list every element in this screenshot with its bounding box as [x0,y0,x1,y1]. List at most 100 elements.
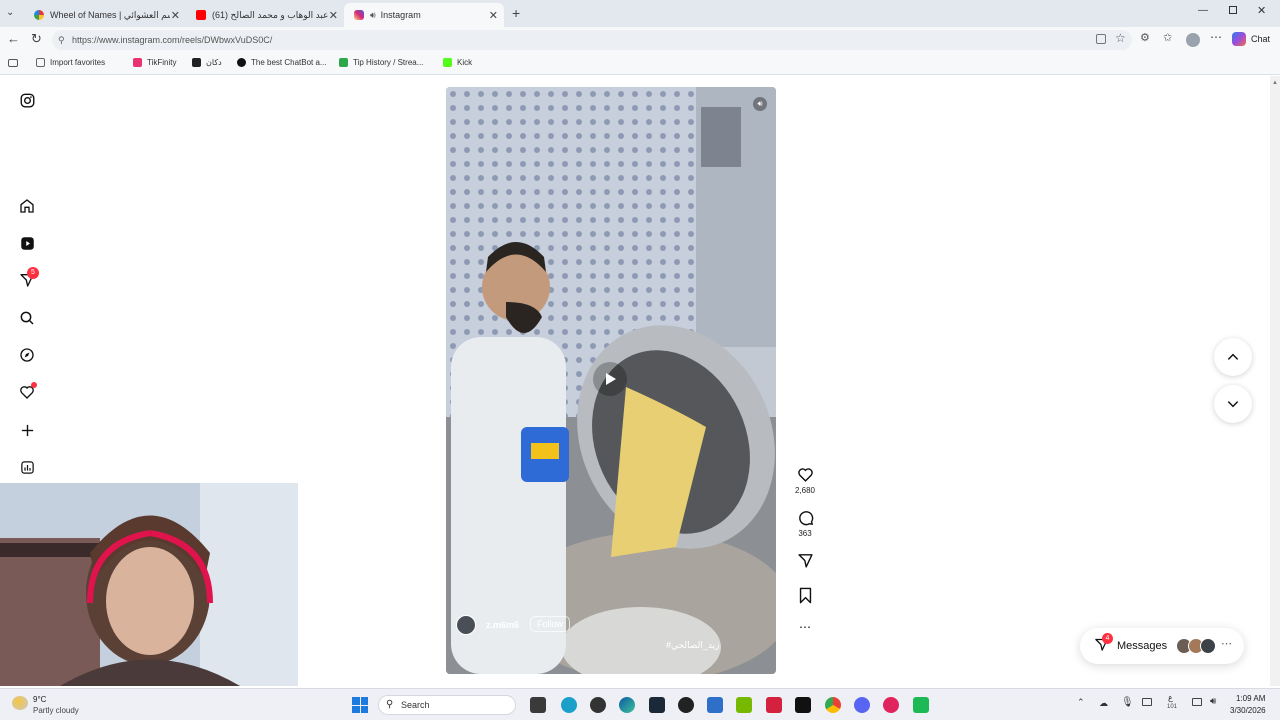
webcam-frame [0,483,298,686]
app-pink-icon[interactable] [883,697,899,713]
like-button[interactable]: 2,680 [795,466,815,495]
copilot-app-icon[interactable] [561,697,577,713]
share-button[interactable] [795,552,815,569]
messages-badge: 5 [27,267,39,279]
app-green-icon[interactable] [913,697,929,713]
files-icon[interactable] [707,697,723,713]
address-bar-row: ← ↻ ⚲ https://www.instagram.com/reels/DW… [0,27,1280,53]
new-tab-icon[interactable]: + [512,5,520,21]
apps-icon[interactable] [1096,34,1106,44]
reel-caption[interactable]: #زيد_الصالحي [666,640,719,651]
close-window-icon[interactable]: ✕ [1257,4,1266,17]
url-input[interactable]: ⚲ https://www.instagram.com/reels/DWbwxV… [52,30,1132,50]
more-options-icon[interactable]: ⋯ [795,620,815,634]
reel-video[interactable]: 🔊︎ z.m6m6 Follow #زيد_الصالحي [446,87,776,674]
explore-icon[interactable] [18,346,36,364]
microphone-icon[interactable]: 🎙︎ [1121,697,1134,708]
more-icon: ⋯ [1221,638,1232,650]
tab-instagram[interactable]: 🔊︎ Instagram ✕ [344,3,504,27]
tab-actions-chevron-icon[interactable]: ⌄ [6,7,14,18]
weather-desc[interactable]: Partly cloudy [33,706,79,715]
notifications-icon[interactable] [18,382,37,401]
page-scrollbar[interactable]: ▲ [1270,76,1280,686]
extensions-icon[interactable]: ⚙ [1140,31,1150,44]
volume-icon[interactable]: 🔊︎ [1210,696,1216,707]
favorite-star-icon[interactable]: ☆ [1115,31,1126,45]
app-red-icon[interactable] [766,697,782,713]
obs-icon[interactable] [590,697,606,713]
author-username[interactable]: z.m6m6 [486,620,519,630]
share-icon [797,554,813,568]
comment-button[interactable]: 363 [795,509,815,538]
clock-time[interactable]: 1:09 AM [1236,694,1265,703]
app-icon[interactable] [678,697,694,713]
browser-tab-bar: ⌄ Wheel of Names | الاسم العشوائي ✕ (61)… [0,0,1280,27]
messages-icon[interactable]: 5 [18,267,39,289]
comment-icon [798,511,813,526]
site-info-icon[interactable]: ⚲ [58,30,65,50]
close-tab-icon[interactable]: ✕ [489,9,498,22]
chatbot-icon [237,58,246,67]
profile-avatar[interactable] [1186,33,1200,47]
tab-wheel-of-names[interactable]: Wheel of Names | الاسم العشوائي ✕ [24,3,186,27]
discord-icon[interactable] [854,697,870,713]
author-avatar[interactable] [456,615,476,635]
favorites-icon[interactable]: ✩ [1163,31,1172,44]
like-count: 2,680 [794,486,816,495]
minimize-icon[interactable]: — [1198,5,1208,16]
tab-youtube-video[interactable]: (61) ياسر عبد الوهاب و محمد الصالح ✕ [186,3,344,27]
steam-icon[interactable] [649,697,665,713]
speaker-icon[interactable]: 🔊︎ [370,10,376,21]
reels-icon[interactable] [18,234,36,252]
chrome-icon[interactable] [825,697,841,713]
tray-chevron-up-icon[interactable]: ⌃ [1077,697,1085,708]
save-button[interactable] [795,587,815,604]
audio-toggle-icon[interactable]: 🔊︎ [753,97,767,111]
bookmark-tip-history[interactable]: Tip History / Strea... [339,58,423,67]
more-options-icon[interactable]: ⋯ [1210,30,1222,44]
language-indicator[interactable]: ع [1168,693,1173,702]
close-tab-icon[interactable]: ✕ [329,9,338,22]
nvidia-icon[interactable] [736,697,752,713]
windows-start-icon[interactable] [352,697,368,713]
search-icon[interactable] [18,309,36,327]
create-icon[interactable] [18,421,36,439]
instagram-logo-icon[interactable] [18,91,36,109]
sidebar-toggle-icon[interactable] [8,59,18,67]
windows-taskbar: 9°C Partly cloudy ⚲ Search ⌃ ☁ 🎙︎ ع 101 … [0,688,1280,720]
taskbar-search-input[interactable]: ⚲ Search [378,695,516,715]
copilot-chat-button[interactable]: Chat [1232,32,1270,46]
refresh-icon[interactable]: ↻ [31,31,42,47]
tip-history-icon [339,58,348,67]
weather-icon[interactable] [12,696,28,710]
onedrive-icon[interactable]: ☁ [1099,698,1108,709]
display-icon[interactable] [1192,698,1202,706]
follow-button[interactable]: Follow [530,616,571,632]
clock-date[interactable]: 3/30/2026 [1230,706,1266,715]
search-icon: ⚲ [386,699,394,710]
back-icon[interactable]: ← [7,31,20,46]
next-reel-button[interactable] [1214,385,1252,423]
bookmark-dukkan[interactable]: دكان [192,58,222,67]
bookmark-chatbot[interactable]: The best ChatBot a... [237,58,327,67]
play-icon[interactable] [593,362,627,396]
bookmark-import-favorites[interactable]: Import favorites [36,58,105,67]
previous-reel-button[interactable] [1214,338,1252,376]
messages-popup-button[interactable]: 4 Messages ⋯ [1080,628,1244,664]
keyboard-icon[interactable] [1142,698,1152,706]
tiktok-icon[interactable] [795,697,811,713]
restore-icon[interactable] [1229,6,1237,14]
weather-temp[interactable]: 9°C [33,695,46,704]
messages-popup-badge: 4 [1102,633,1113,644]
chevron-down-icon [1227,401,1239,408]
bookmark-kick[interactable]: Kick [443,58,472,67]
language-sub-label: 101 [1167,704,1178,710]
dukkan-icon [192,58,201,67]
edge-icon[interactable] [619,697,635,713]
kick-icon [443,58,452,67]
home-icon[interactable] [18,197,36,215]
close-tab-icon[interactable]: ✕ [171,9,180,22]
dashboard-icon[interactable] [18,458,36,476]
bookmark-tikfinity[interactable]: TikFinity [133,58,176,67]
task-view-icon[interactable] [530,697,546,713]
